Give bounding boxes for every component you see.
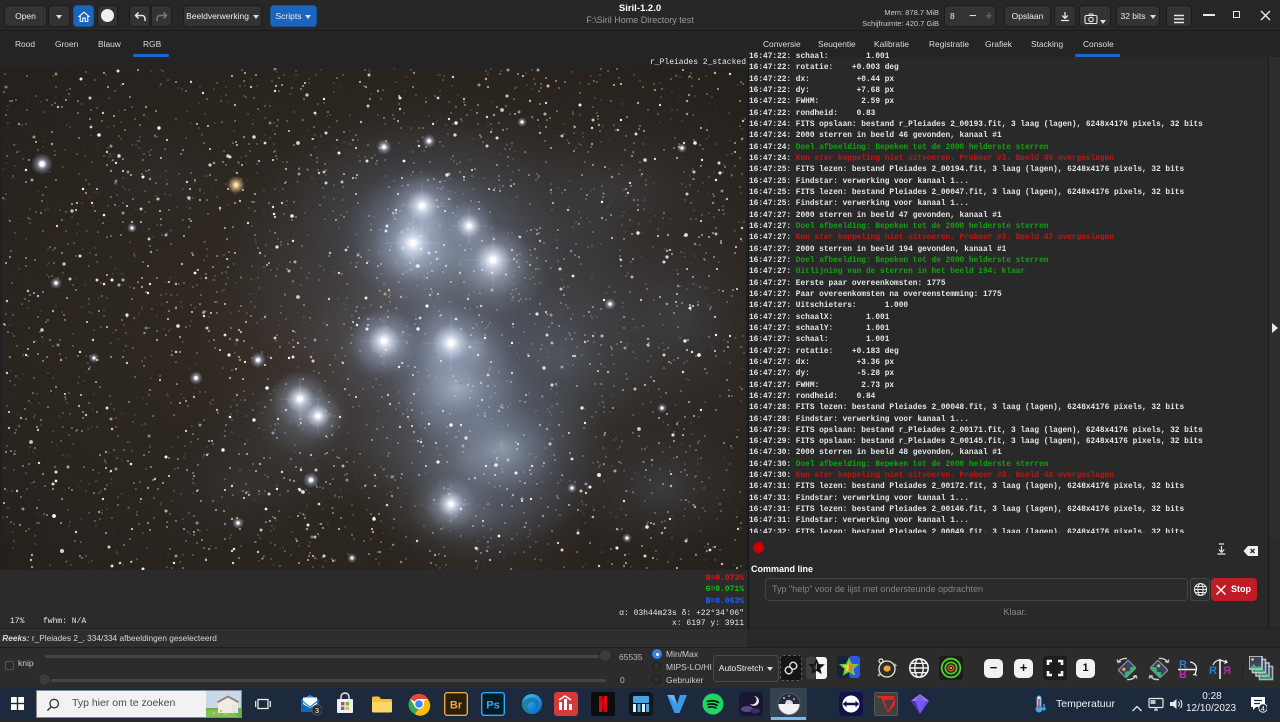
svg-text:3: 3 [315,706,319,715]
svg-text:R: R [1209,665,1217,677]
svg-text:R: R [1223,665,1231,677]
svg-text:Ps: Ps [486,700,499,712]
svg-text:4: 4 [1261,706,1265,713]
svg-text:Br: Br [450,700,463,712]
